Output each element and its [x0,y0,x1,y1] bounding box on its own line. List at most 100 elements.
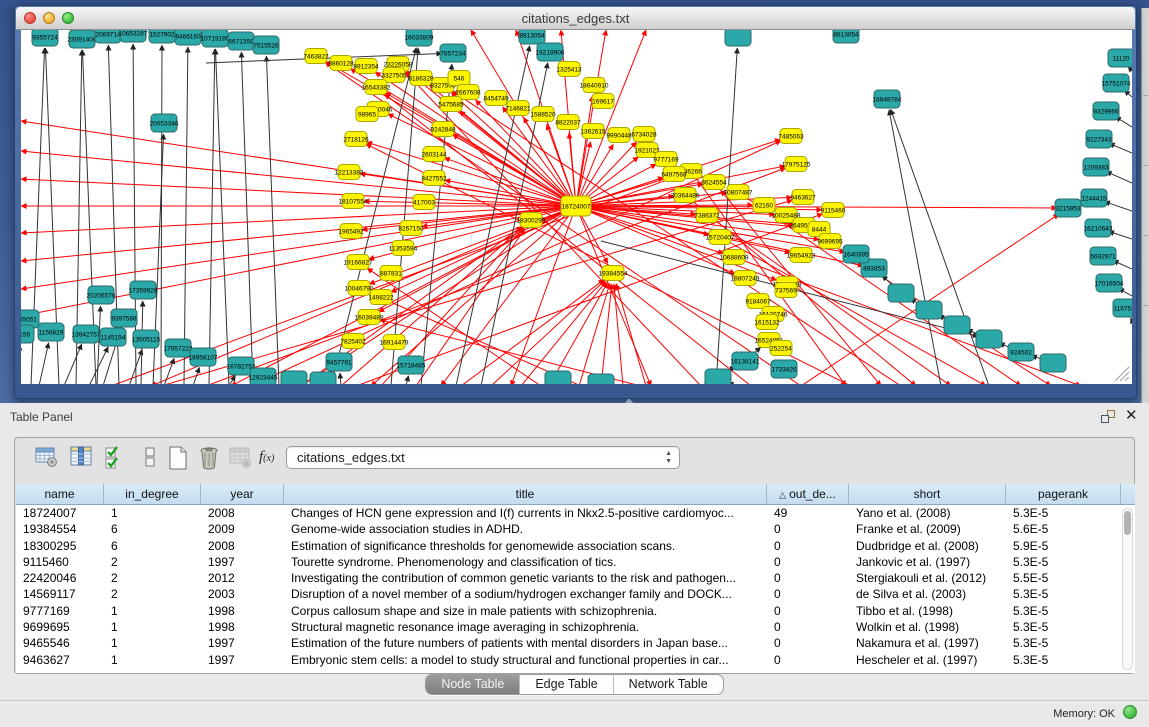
graph-node-label: 16914479 [380,339,409,346]
table-row[interactable]: 977716911998Corpus callosum shape and si… [16,603,1135,619]
float-panel-icon[interactable] [1101,410,1117,425]
graph-node[interactable] [1040,354,1066,372]
table-row[interactable]: 946554611997Estimation of the future num… [16,635,1135,651]
table-scrollbar-thumb[interactable] [1124,511,1131,535]
network-canvas[interactable]: 9355724230914062069714106532871527902646… [21,30,1132,384]
graph-node-label: 9990448 [606,132,632,139]
function-builder-icon[interactable]: f(x) [259,449,285,479]
table-selector[interactable]: citations_edges.txt ▲▼ [286,446,680,469]
graph-node-label: 1156829 [39,329,64,336]
table-cell: Wolkin et al. (1998) [849,619,1006,635]
table-cell: 0 [767,521,849,537]
graph-edge [601,284,612,384]
table-row[interactable]: 1938455462009Genome-wide association stu… [16,521,1135,537]
column-header-out-de-[interactable]: △out_de... [767,484,849,504]
table-row[interactable]: 1872400712008Changes of HCN gene express… [16,505,1135,521]
table-cell: Disruption of a novel member of a sodium… [284,586,767,602]
table-row[interactable]: 1456911722003Disruption of a novel membe… [16,586,1135,602]
graph-node-label: 8813054 [519,32,545,39]
graph-edge [241,52,253,384]
table-cell: 14569117 [16,586,104,602]
table-row[interactable]: 969969511998Structural magnetic resonanc… [16,619,1135,635]
graph-node-label: 9457791 [326,359,352,366]
table-columns-icon[interactable] [68,445,94,475]
graph-node-label: 10719185 [201,35,230,42]
graph-node-label: 9777169 [653,156,679,163]
column-header-short[interactable]: short [849,484,1006,504]
graph-node[interactable] [281,371,307,384]
tab-edge-table[interactable]: Edge Table [519,675,612,694]
graph-edge [1108,231,1132,239]
table-row[interactable]: 1830029562008Estimation of significance … [16,538,1135,554]
graph-node-label: 417003 [413,199,435,206]
graph-edge [364,201,576,206]
graph-node-label: 1588520 [530,111,556,118]
table-gear-icon[interactable] [34,445,60,475]
close-panel-icon[interactable]: ✕ [1125,407,1138,425]
graph-node-label: 887831 [380,270,402,277]
citation-network-graph: 9355724230914062069714106532871527902646… [21,30,1132,384]
graph-node[interactable] [588,374,614,384]
graph-edge [521,282,606,384]
graph-node-label: 1325413 [556,66,582,73]
graph-node-label: 8454749 [483,95,509,102]
graph-node-label: 6466160 [175,33,201,40]
graph-node-label: 5692971 [1090,253,1116,260]
graph-edge [193,367,199,384]
table-cell: 5.3E-5 [1006,603,1121,619]
column-header-in-degree[interactable]: in_degree [104,484,201,504]
graph-node-label: 13505115 [132,336,161,343]
tab-node-table[interactable]: Node Table [426,675,519,694]
column-header-year[interactable]: year [201,484,284,504]
graph-node-label: 18300295 [517,217,546,224]
graph-node-label: 39159 [21,331,30,338]
table-cell: 1 [104,505,201,521]
table-row[interactable]: 2242004622012Investigating the contribut… [16,570,1135,586]
trash-icon[interactable] [196,445,222,475]
graph-edge [391,206,576,292]
column-header-pagerank[interactable]: pagerank [1006,484,1121,504]
table-cell: Structural magnetic resonance image aver… [284,619,767,635]
column-header-title[interactable]: title [284,484,767,504]
status-bar: Memory: OK [0,700,1149,727]
tab-network-table[interactable]: Network Table [613,675,723,694]
new-file-icon[interactable] [165,445,191,475]
graph-node[interactable] [545,371,571,384]
checklist-icon[interactable] [102,445,128,475]
graph-edge [1104,202,1132,211]
graph-node[interactable] [976,330,1002,348]
graph-edge [579,284,610,384]
table-scrollbar[interactable] [1122,508,1133,670]
table-row[interactable]: 946362711997Embryonic stem cells: a mode… [16,652,1135,668]
graph-node[interactable] [888,284,914,302]
table-row[interactable]: 911546021997Tourette syndrome. Phenomeno… [16,554,1135,570]
graph-node-label: 1733426 [771,366,797,373]
table-cell: 5.3E-5 [1006,554,1121,570]
graph-node[interactable] [725,30,751,46]
canvas-resize-grip[interactable] [1115,367,1129,381]
graph-node[interactable] [916,301,942,319]
graph-node[interactable] [705,369,731,384]
rows-icon[interactable] [137,445,163,475]
graph-node-label: 737569 [775,287,797,294]
graph-edge [161,45,162,384]
table-body: 1872400712008Changes of HCN gene express… [16,505,1135,668]
graph-node-label: 9227343 [1086,136,1112,143]
window-title: citations_edges.txt [16,11,1135,26]
graph-edge [441,206,576,384]
table-cell: 1998 [201,603,284,619]
table-cell: 22420046 [16,570,104,586]
graph-node[interactable] [944,316,970,334]
graph-node[interactable] [310,372,336,384]
table-panel-title: Table Panel [10,410,73,424]
graph-node-label: 20206576 [87,292,116,299]
graph-node-label: 19166827 [344,259,373,266]
table-cell: 1 [104,619,201,635]
graph-node-label: 10807487 [724,189,753,196]
graph-node-label: 15720407 [706,234,735,241]
graph-node-label: 8444 [812,226,827,233]
graph-node-label: 19384554 [599,270,628,277]
column-header-name[interactable]: name [16,484,104,504]
network-window-titlebar[interactable]: citations_edges.txt [16,7,1135,30]
table-container: f(x) citations_edges.txt ▲▼ namein_degre… [14,437,1135,674]
